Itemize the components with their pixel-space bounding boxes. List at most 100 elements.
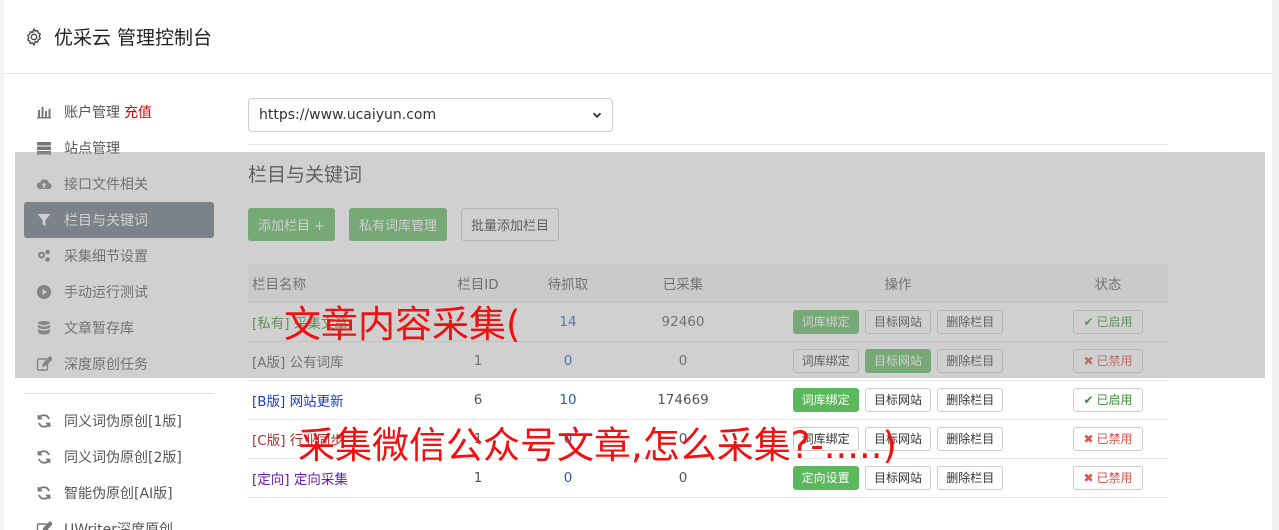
row-status: ✔ 已启用 xyxy=(1048,379,1168,419)
edit-icon xyxy=(36,521,52,530)
sidebar-item-label: 同义词伪原创[2版] xyxy=(64,450,182,466)
check-icon: ✔ xyxy=(1083,314,1094,329)
status-label: 已启用 xyxy=(1096,393,1133,407)
column-id: 6 xyxy=(438,379,518,419)
check-icon: ✔ xyxy=(1083,392,1094,407)
table-row: [B版] 网站更新 6 10 174669 词库绑定 目标网站 删除栏目 ✔ 已启… xyxy=(248,379,1168,419)
status-toggle[interactable]: ✖ 已禁用 xyxy=(1073,426,1143,451)
close-icon: ✖ xyxy=(1083,431,1094,446)
sidebar-item-sites[interactable]: 站点管理 xyxy=(24,130,214,166)
directed-settings-button[interactable]: 定向设置 xyxy=(792,465,859,490)
section-title: 栏目与关键词 xyxy=(248,164,363,186)
status-label: 已禁用 xyxy=(1096,432,1133,446)
col-header-pending: 待抓取 xyxy=(518,264,618,302)
refresh-icon xyxy=(37,414,51,428)
collected-count: 92460 xyxy=(618,301,748,341)
refresh-icon xyxy=(37,450,51,464)
sidebar-item-synonym-v2[interactable]: 同义词伪原创[2版] xyxy=(24,439,214,475)
pending-count: 10 xyxy=(518,379,618,419)
target-site-button[interactable]: 目标网站 xyxy=(864,387,931,412)
sidebar-item-columns[interactable]: 栏目与关键词 xyxy=(24,202,214,238)
col-header-actions: 操作 xyxy=(748,264,1048,302)
status-toggle[interactable]: ✖ 已禁用 xyxy=(1073,348,1143,373)
column-tag: [C版] xyxy=(252,432,286,449)
sidebar-item-manual-run[interactable]: 手动运行测试 xyxy=(24,274,214,310)
sidebar-item-label: 智能伪原创[AI版] xyxy=(64,486,173,502)
watermark-line-2: 采集微信公众号文章,怎么采集?-.....) xyxy=(298,424,897,467)
column-tag: [B版] xyxy=(252,393,286,410)
target-site-button[interactable]: 目标网站 xyxy=(864,465,931,490)
status-toggle[interactable]: ✖ 已禁用 xyxy=(1073,465,1143,490)
sidebar-item-collect-settings[interactable]: 采集细节设置 xyxy=(24,238,214,274)
status-label: 已禁用 xyxy=(1096,354,1133,368)
cogs-icon xyxy=(38,249,50,262)
sidebar-item-deep-original[interactable]: 深度原创任务 xyxy=(24,346,214,382)
chevron-down-icon xyxy=(592,112,602,119)
status-label: 已禁用 xyxy=(1096,471,1133,485)
col-header-collected: 已采集 xyxy=(618,264,748,302)
delete-column-button[interactable]: 删除栏目 xyxy=(937,426,1004,451)
sidebar-item-synonym-v1[interactable]: 同义词伪原创[1版] xyxy=(24,403,214,439)
sidebar-item-label: 手动运行测试 xyxy=(64,285,148,301)
sidebar-divider xyxy=(24,393,214,394)
delete-column-button[interactable]: 删除栏目 xyxy=(937,309,1004,334)
refresh-icon xyxy=(37,486,51,500)
sidebar-item-account[interactable]: 账户管理 充值 xyxy=(24,94,214,130)
lexicon-bind-button[interactable]: 词库绑定 xyxy=(792,348,859,373)
private-lexicon-button[interactable]: 私有词库管理 xyxy=(349,208,448,241)
batch-add-column-button[interactable]: 批量添加栏目 xyxy=(461,208,560,241)
column-title[interactable]: 定向采集 xyxy=(294,472,348,488)
sidebar-item-label: 采集细节设置 xyxy=(64,249,148,265)
sidebar-item-label: 深度原创任务 xyxy=(64,357,148,373)
sidebar-item-interface[interactable]: 接口文件相关 xyxy=(24,166,214,202)
sidebar-item-article-store[interactable]: 文章暂存库 xyxy=(24,310,214,346)
pending-count: 0 xyxy=(518,340,618,380)
status-label: 已启用 xyxy=(1096,315,1133,329)
row-status: ✖ 已禁用 xyxy=(1048,340,1168,380)
collected-count: 0 xyxy=(618,340,748,380)
col-header-status: 状态 xyxy=(1048,264,1168,302)
row-actions: 词库绑定 目标网站 删除栏目 xyxy=(748,379,1048,419)
sidebar-item-label: 账户管理 xyxy=(64,105,120,121)
server-icon xyxy=(37,142,51,155)
target-site-button[interactable]: 目标网站 xyxy=(864,348,931,373)
database-icon xyxy=(38,321,50,335)
add-column-button[interactable]: 添加栏目 + xyxy=(248,208,336,241)
site-select[interactable]: https://www.ucaiyun.com xyxy=(248,98,613,132)
column-title[interactable]: 公有词库 xyxy=(290,355,344,371)
delete-column-button[interactable]: 删除栏目 xyxy=(937,387,1004,412)
row-status: ✖ 已禁用 xyxy=(1048,457,1168,498)
column-title[interactable]: 网站更新 xyxy=(290,394,344,410)
filter-icon xyxy=(37,214,51,226)
recharge-link[interactable]: 充值 xyxy=(124,102,152,122)
vertical-scrollbar[interactable] xyxy=(1272,0,1279,530)
delete-column-button[interactable]: 删除栏目 xyxy=(937,348,1004,373)
sidebar-item-uwriter[interactable]: UWriter深度原创 xyxy=(24,511,214,530)
close-icon: ✖ xyxy=(1083,470,1094,485)
sidebar-item-label: 接口文件相关 xyxy=(64,177,148,193)
watermark-line-1: 文章内容采集( xyxy=(284,303,521,346)
lexicon-bind-button[interactable]: 词库绑定 xyxy=(792,387,859,412)
sidebar-item-label: 站点管理 xyxy=(64,141,120,157)
sidebar: 账户管理 充值 站点管理 接口文件相关 栏目与关键词 采集细节设置 手动运行测试… xyxy=(24,94,214,530)
sidebar-item-label: UWriter深度原创 xyxy=(64,522,173,530)
status-toggle[interactable]: ✔ 已启用 xyxy=(1073,309,1143,334)
target-site-button[interactable]: 目标网站 xyxy=(864,309,931,334)
row-actions: 词库绑定 目标网站 删除栏目 xyxy=(748,301,1048,341)
content-divider xyxy=(248,144,1168,145)
lexicon-bind-button[interactable]: 词库绑定 xyxy=(792,309,859,334)
site-select-value: https://www.ucaiyun.com xyxy=(259,107,437,123)
status-toggle[interactable]: ✔ 已启用 xyxy=(1073,387,1143,412)
column-name: [B版] 网站更新 xyxy=(248,379,438,419)
sidebar-item-ai-original[interactable]: 智能伪原创[AI版] xyxy=(24,475,214,511)
column-tag: [定向] xyxy=(252,471,290,488)
edit-icon xyxy=(36,356,52,371)
column-tag: [A版] xyxy=(252,354,286,371)
pending-count: 14 xyxy=(518,301,618,341)
delete-column-button[interactable]: 删除栏目 xyxy=(937,465,1004,490)
cloud-upload-icon xyxy=(36,179,52,190)
collected-count: 174669 xyxy=(618,379,748,419)
play-circle-icon xyxy=(37,285,51,299)
page-title: 优采云 管理控制台 xyxy=(54,27,213,49)
row-status: ✖ 已禁用 xyxy=(1048,418,1168,458)
